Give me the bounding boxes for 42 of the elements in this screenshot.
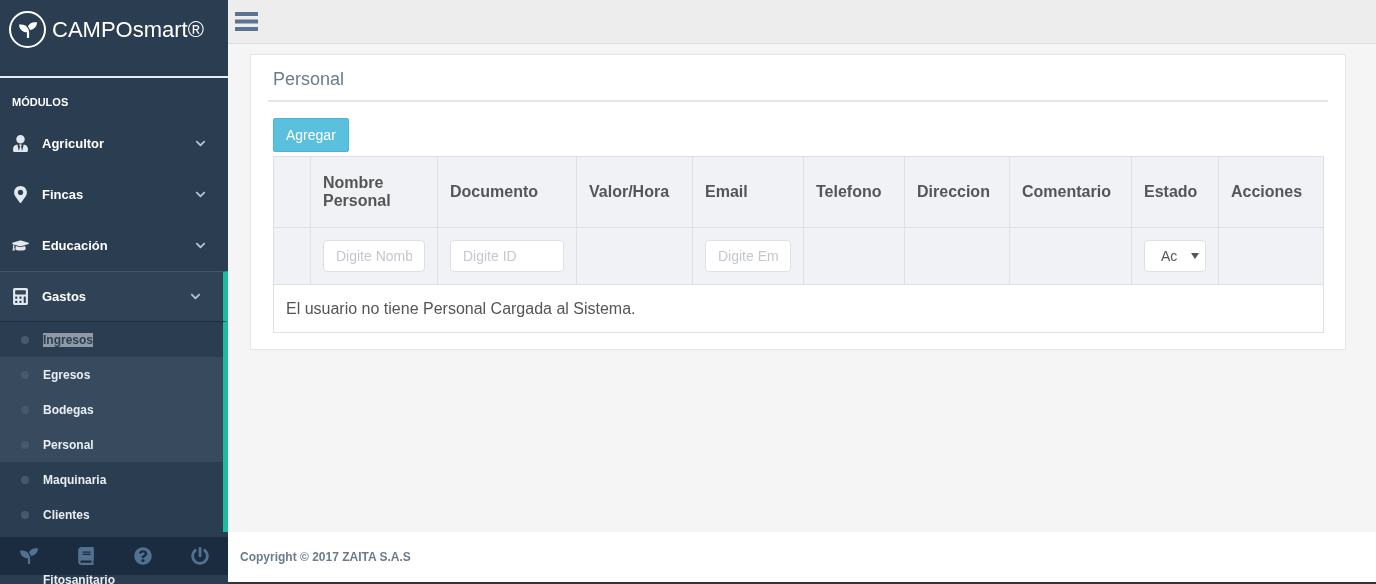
chevron-icon	[195, 189, 206, 200]
sprout-icon[interactable]	[19, 547, 38, 565]
empty-message: El usuario no tiene Personal Cargada al Sistema.	[273, 284, 1324, 333]
menu-icon[interactable]	[235, 12, 258, 31]
filter-input[interactable]: Digite Em	[705, 240, 791, 272]
menu-item[interactable]: Fincas	[0, 169, 228, 220]
power-icon[interactable]	[190, 547, 209, 565]
menu-item[interactable]: Educación	[0, 220, 228, 271]
logo-icon	[9, 11, 46, 48]
status-select[interactable]: Ac	[1144, 240, 1206, 272]
column-header	[273, 156, 311, 228]
person-icon	[12, 135, 29, 152]
filter-input[interactable]: Digite ID	[450, 240, 564, 272]
submenu-item[interactable]: Personal	[0, 427, 223, 462]
chevron-icon	[195, 138, 206, 149]
column-header: Nombre Personal	[310, 156, 438, 228]
column-header: Comentario	[1009, 156, 1132, 228]
column-header: Valor/Hora	[576, 156, 693, 228]
calculator-icon	[12, 288, 29, 305]
column-header: Acciones	[1218, 156, 1324, 228]
menu-item[interactable]: Agricultor	[0, 118, 228, 169]
brand-name: CAMPOsmart®	[52, 16, 204, 44]
panel-title: Personal	[268, 67, 1328, 102]
submenu-item[interactable]: Fitosanitario	[0, 575, 228, 584]
column-header: Email	[692, 156, 804, 228]
chevron-icon	[190, 291, 201, 302]
filter-input[interactable]: Digite Nomb	[323, 240, 425, 272]
chevron-icon	[195, 240, 206, 251]
graduation-cap-icon	[12, 237, 29, 254]
column-header: Direccion	[904, 156, 1010, 228]
book-icon[interactable]	[76, 547, 95, 565]
menu-item[interactable]: Gastos	[0, 271, 228, 322]
submenu-item[interactable]: Egresos	[0, 357, 223, 392]
column-header: Estado	[1131, 156, 1219, 228]
column-header: Documento	[437, 156, 577, 228]
caret-icon	[1191, 253, 1199, 259]
pin-icon	[12, 186, 29, 203]
submenu-item[interactable]: Bodegas	[0, 392, 223, 427]
section-title: MÓDULOS	[11, 95, 70, 110]
column-header: Telefono	[803, 156, 905, 228]
copyright-text: Copyright © 2017 ZAITA S.A.S	[240, 550, 411, 564]
help-icon[interactable]	[133, 547, 152, 565]
